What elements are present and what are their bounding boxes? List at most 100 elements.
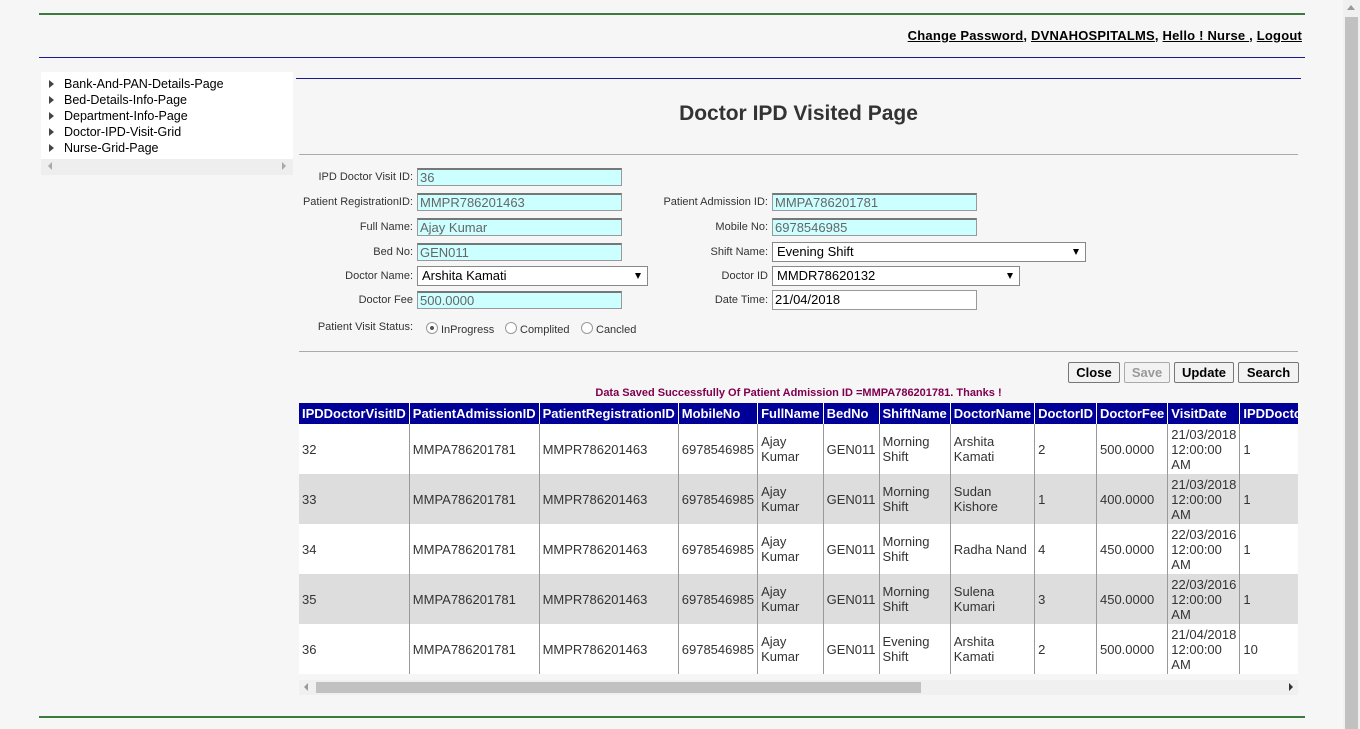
tree-item-bed-details[interactable]: Bed-Details-Info-Page bbox=[49, 92, 187, 108]
full-name-input[interactable]: Ajay Kumar bbox=[417, 218, 622, 236]
doctor-name-select[interactable]: Arshita Kamati bbox=[417, 266, 648, 286]
hospital-link[interactable]: DVNAHOSPITALMS bbox=[1031, 28, 1155, 43]
bed-no-input[interactable]: GEN011 bbox=[417, 243, 622, 261]
logout-link[interactable]: Logout bbox=[1257, 28, 1302, 43]
column-header[interactable]: MobileNo bbox=[678, 403, 759, 424]
doctor-id-value: MMDR78620132 bbox=[777, 268, 876, 283]
table-cell: Arshita Kamati bbox=[950, 624, 1036, 674]
table-row[interactable]: 36 MMPA786201781 MMPR786201463 6978546985 Aj… bbox=[299, 624, 1298, 674]
column-header[interactable]: IPDDoctorVisitID bbox=[299, 403, 410, 424]
expand-triangle-icon[interactable] bbox=[49, 144, 54, 152]
table-cell: GEN011 bbox=[823, 474, 880, 524]
radio-unselected-icon[interactable] bbox=[581, 322, 593, 334]
scroll-left-arrow-icon[interactable] bbox=[304, 683, 308, 691]
table-cell: Sudan Kishore bbox=[950, 474, 1036, 524]
table-cell: GEN011 bbox=[823, 524, 880, 574]
scroll-up-arrow-icon[interactable] bbox=[1347, 5, 1355, 10]
radio-cancled[interactable]: Cancled bbox=[581, 322, 636, 336]
scroll-left-arrow-icon[interactable] bbox=[48, 162, 52, 170]
table-cell: 22/03/2016 12:00:00 AM bbox=[1167, 524, 1241, 574]
mobile-no-input[interactable]: 6978546985 bbox=[772, 218, 977, 236]
column-header[interactable]: IPDDoctorVisitStatus bbox=[1239, 403, 1298, 424]
table-row[interactable]: 35 MMPA786201781 MMPR786201463 6978546985 Aj… bbox=[299, 574, 1298, 624]
patient-admission-id-input[interactable]: MMPA786201781 bbox=[772, 193, 977, 211]
table-cell: 450.0000 bbox=[1096, 574, 1169, 624]
shift-name-label: Shift Name: bbox=[710, 246, 768, 258]
full-name-label: Full Name: bbox=[359, 221, 413, 233]
bed-no-label: Bed No: bbox=[373, 246, 413, 258]
expand-triangle-icon[interactable] bbox=[49, 80, 54, 88]
table-cell: 6978546985 bbox=[678, 424, 759, 474]
column-header[interactable]: VisitDate bbox=[1167, 403, 1241, 424]
table-cell: 21/03/2018 12:00:00 AM bbox=[1167, 424, 1241, 474]
tree-item-department-info[interactable]: Department-Info-Page bbox=[49, 108, 188, 124]
column-header[interactable]: DoctorID bbox=[1034, 403, 1097, 424]
scrollbar-thumb[interactable] bbox=[316, 682, 921, 693]
tree-horizontal-scrollbar[interactable] bbox=[41, 159, 293, 175]
table-cell: 21/04/2018 12:00:00 AM bbox=[1167, 624, 1241, 674]
expand-triangle-icon[interactable] bbox=[49, 128, 54, 136]
patient-registration-id-label: Patient RegistrationID: bbox=[302, 196, 413, 208]
table-cell: 35 bbox=[299, 574, 410, 624]
table-cell: 1 bbox=[1034, 474, 1097, 524]
search-button[interactable]: Search bbox=[1238, 362, 1299, 383]
doctor-name-value: Arshita Kamati bbox=[422, 268, 507, 283]
expand-triangle-icon[interactable] bbox=[49, 112, 54, 120]
table-cell: Morning Shift bbox=[879, 524, 951, 574]
table-cell: 6978546985 bbox=[678, 474, 759, 524]
hello-user-link[interactable]: Hello ! Nurse bbox=[1163, 28, 1250, 43]
patient-registration-id-input[interactable]: MMPR786201463 bbox=[417, 193, 622, 211]
header-rule bbox=[39, 57, 1305, 58]
column-header[interactable]: FullName bbox=[757, 403, 824, 424]
update-button[interactable]: Update bbox=[1174, 362, 1234, 383]
column-header[interactable]: DoctorName bbox=[950, 403, 1036, 424]
page-vertical-scrollbar[interactable] bbox=[1343, 0, 1360, 729]
radio-selected-icon[interactable] bbox=[426, 322, 438, 334]
radio-complited[interactable]: Complited bbox=[505, 322, 570, 336]
column-header[interactable]: PatientRegistrationID bbox=[539, 403, 679, 424]
table-row[interactable]: 34 MMPA786201781 MMPR786201463 6978546985 Aj… bbox=[299, 524, 1298, 574]
scroll-right-arrow-icon[interactable] bbox=[1289, 683, 1293, 691]
column-header[interactable]: ShiftName bbox=[879, 403, 951, 424]
tree-item-bank-and-pan[interactable]: Bank-And-PAN-Details-Page bbox=[49, 76, 224, 92]
grid-horizontal-scrollbar[interactable] bbox=[299, 680, 1298, 695]
tree-item-nurse-grid[interactable]: Nurse-Grid-Page bbox=[49, 140, 158, 156]
change-password-link[interactable]: Change Password bbox=[908, 28, 1024, 43]
doctor-id-select[interactable]: MMDR78620132 bbox=[772, 266, 1020, 286]
column-header[interactable]: BedNo bbox=[823, 403, 880, 424]
shift-name-value: Evening Shift bbox=[777, 244, 854, 259]
column-header[interactable]: PatientAdmissionID bbox=[409, 403, 540, 424]
table-cell: MMPR786201463 bbox=[539, 524, 679, 574]
doctor-id-label: Doctor ID bbox=[721, 270, 768, 282]
column-header[interactable]: DoctorFee bbox=[1096, 403, 1169, 424]
radio-unselected-icon[interactable] bbox=[505, 322, 517, 334]
table-cell: 400.0000 bbox=[1096, 474, 1169, 524]
save-button[interactable]: Save bbox=[1124, 362, 1170, 383]
table-cell: 33 bbox=[299, 474, 410, 524]
table-cell: Ajay Kumar bbox=[757, 474, 824, 524]
page-title: Doctor IPD Visited Page bbox=[679, 102, 918, 125]
table-cell: 2 bbox=[1034, 424, 1097, 474]
table-row[interactable]: 33 MMPA786201781 MMPR786201463 6978546985 Aj… bbox=[299, 474, 1298, 524]
dropdown-arrow-icon bbox=[1073, 249, 1079, 255]
close-button[interactable]: Close bbox=[1068, 362, 1120, 383]
ipd-doctor-visit-id-input[interactable]: 36 bbox=[417, 168, 622, 186]
tree-item-doctor-ipd-visit-grid[interactable]: Doctor-IPD-Visit-Grid bbox=[49, 124, 181, 140]
header-links: Change Password, DVNAHOSPITALMS, Hello !… bbox=[907, 28, 1302, 43]
date-time-input[interactable]: 21/04/2018 bbox=[772, 290, 977, 310]
scroll-right-arrow-icon[interactable] bbox=[282, 162, 286, 170]
patient-admission-id-label: Patient Admission ID: bbox=[663, 196, 768, 208]
content-top-rule bbox=[296, 78, 1301, 79]
table-cell: 36 bbox=[299, 624, 410, 674]
scrollbar-thumb[interactable] bbox=[1345, 17, 1358, 729]
shift-name-select[interactable]: Evening Shift bbox=[772, 242, 1086, 262]
table-cell: Radha Nand bbox=[950, 524, 1036, 574]
top-rule bbox=[39, 13, 1305, 15]
radio-inprogress[interactable]: InProgress bbox=[426, 322, 494, 336]
table-row[interactable]: 32 MMPA786201781 MMPR786201463 6978546985 Aj… bbox=[299, 424, 1298, 474]
doctor-fee-input[interactable]: 500.0000 bbox=[417, 291, 622, 309]
table-cell: 34 bbox=[299, 524, 410, 574]
expand-triangle-icon[interactable] bbox=[49, 96, 54, 104]
table-cell: 4 bbox=[1034, 524, 1097, 574]
table-cell: 10 bbox=[1239, 624, 1298, 674]
